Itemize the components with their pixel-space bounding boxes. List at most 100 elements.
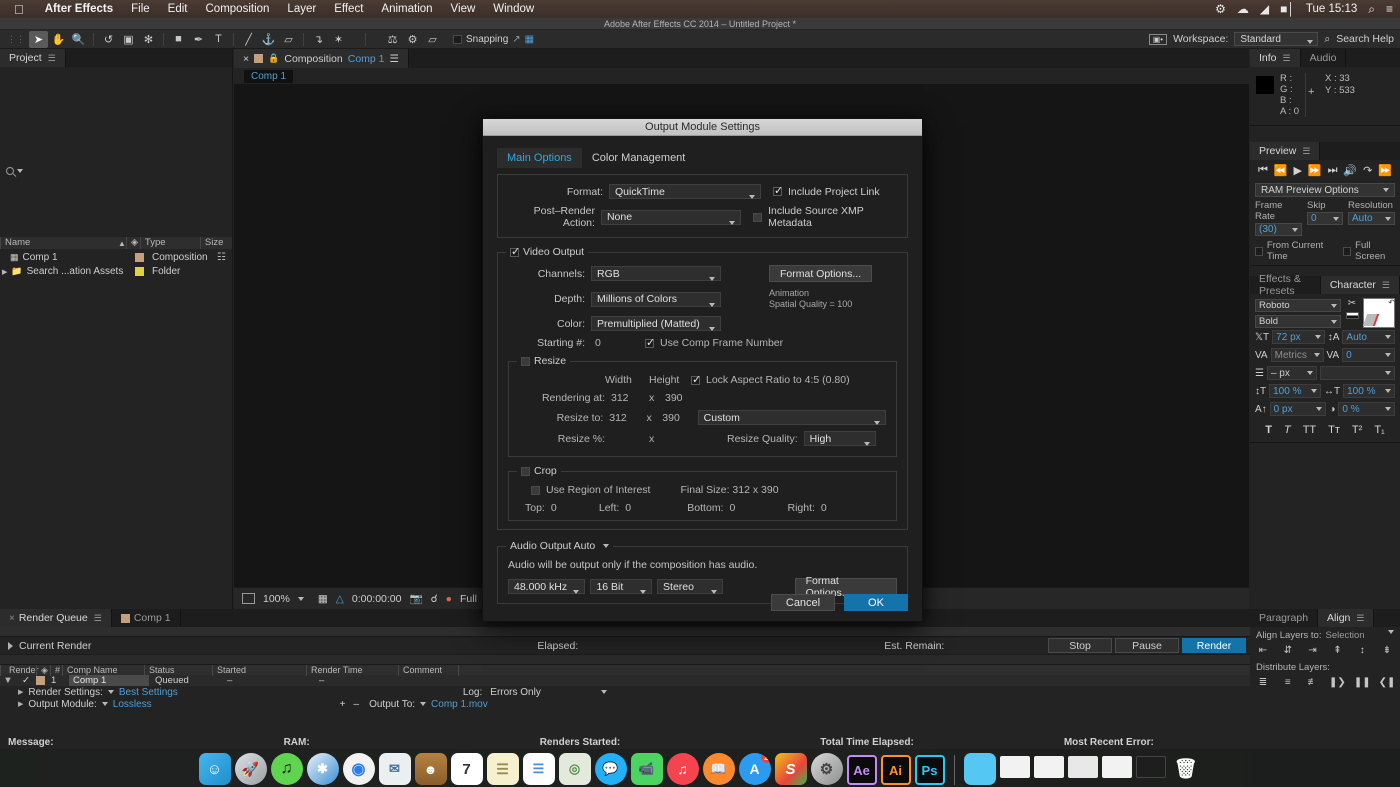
skip-select[interactable]: 0 [1307,212,1343,225]
include-project-link-toggle[interactable]: Include Project Link [773,184,880,198]
dock-item-finder[interactable]: ☺ [198,753,231,785]
dock-item-calendar[interactable]: 7 [450,753,483,785]
spotlight-search-icon[interactable]: ⌕ [1368,2,1375,17]
superscript-icon[interactable]: T² [1352,424,1362,436]
resize-to-height[interactable]: 390 [656,412,691,424]
row-comp-name[interactable]: Comp 1 [69,675,149,686]
disclosure-triangle-icon[interactable]: ▼ [0,675,16,686]
use-comp-frame-number-toggle[interactable]: Use Comp Frame Number [645,336,783,349]
col-name[interactable]: Name [0,237,118,249]
puppet-starch-tool[interactable]: ⚙ [403,31,422,48]
ok-button[interactable]: OK [844,594,908,611]
audio-channels-select[interactable]: Stereo [657,579,723,594]
menu-edit[interactable]: Edit [159,3,197,15]
eyedropper-icon[interactable]: ✂ [1348,298,1356,309]
composition-flowchart-icon[interactable]: ☷ [217,252,232,263]
menu-file[interactable]: File [122,3,159,15]
italic-icon[interactable]: T [1284,424,1291,436]
video-output-legend[interactable]: Video Output [506,245,589,258]
screen-switch-icon[interactable]: ▣• [1148,33,1168,45]
format-select[interactable]: QuickTime [609,184,761,199]
crop-bottom-value[interactable]: 0 [729,502,787,514]
tracking-field[interactable]: 0 [1342,348,1395,362]
remove-output-module-icon[interactable]: – [354,699,360,710]
dock-item-spotify[interactable]: ♫ [270,753,303,785]
creative-cloud-icon[interactable]: ☁ [1237,2,1249,16]
disclosure-triangle-icon[interactable]: ▶ [2,268,7,276]
distribute-bottom-icon[interactable]: ≢ [1306,676,1320,688]
label-swatch[interactable] [36,676,45,685]
dock-item-app-store[interactable]: A2 [738,753,771,785]
dock-item-chrome[interactable]: ◉ [342,753,375,785]
use-region-of-interest-toggle[interactable]: Use Region of Interest [531,484,650,496]
menu-window[interactable]: Window [484,3,543,15]
video-output-checkbox[interactable] [510,245,520,258]
play-icon[interactable]: ▶ [1293,164,1301,177]
stroke-width-field[interactable]: – px [1266,366,1317,380]
log-value[interactable]: Errors Only [490,687,541,698]
workspace-select[interactable]: Standard [1234,32,1319,46]
include-xmp-toggle[interactable]: Include Source XMP Metadata [753,205,897,229]
channel-icon[interactable]: ● [446,593,452,605]
pen-tool[interactable]: ✒ [189,31,208,48]
dock-item-system-preferences[interactable]: ⚙ [810,753,843,785]
current-timecode[interactable]: 0:00:00:00 [352,593,402,605]
align-vertical-center-icon[interactable]: ↕ [1355,644,1369,656]
output-to-value[interactable]: Comp 1.mov [431,699,488,710]
dock-item-ibooks[interactable]: 📖 [702,753,735,785]
pause-button[interactable]: Pause [1115,638,1179,653]
tab-effects-presets[interactable]: Effects & Presets [1250,273,1321,297]
use-region-of-interest-checkbox[interactable] [531,485,540,495]
log-dropdown-icon[interactable] [600,690,607,694]
notification-center-icon[interactable]: ≡ [1386,2,1393,16]
post-render-select[interactable]: None [600,209,742,225]
bold-icon[interactable]: T [1265,424,1272,436]
roto-brush-tool[interactable]: ↴ [309,31,328,48]
resize-quality-select[interactable]: High [803,431,876,446]
include-xmp-checkbox[interactable] [753,212,763,222]
align-layers-to-value[interactable]: Selection [1325,630,1364,641]
dock-item-maps[interactable]: ◎ [558,753,591,785]
align-left-icon[interactable]: ⇤ [1256,644,1270,656]
panel-menu-icon[interactable]: ☰ [94,613,102,624]
zoom-level-value[interactable]: 100% [263,593,290,605]
snapping-checkbox[interactable] [453,34,462,44]
audio-format-options-button[interactable]: Format Options... [794,575,897,599]
tab-info[interactable]: Info ☰ [1250,49,1301,67]
font-size-field[interactable]: 72 px [1272,330,1325,344]
ram-preview-icon[interactable]: ⏩ [1378,164,1392,177]
stop-button[interactable]: Stop [1048,638,1112,653]
panel-menu-icon[interactable]: ☰ [390,53,399,65]
pan-behind-tool[interactable]: ✻ [139,31,158,48]
project-search-input[interactable] [6,167,23,175]
resize-preset-select[interactable]: Custom [697,410,887,425]
full-screen-toggle[interactable]: Full Screen [1338,237,1400,265]
selection-tool[interactable]: ➤ [29,30,48,48]
tab-character[interactable]: Character ☰ [1320,276,1400,294]
show-snapshot-icon[interactable]: ☌ [431,593,438,605]
baseline-shift-field[interactable]: 0 px [1269,402,1327,416]
from-current-time-checkbox[interactable] [1255,246,1263,256]
dock-minimized-window-5[interactable] [1135,756,1166,778]
align-right-icon[interactable]: ⇥ [1306,644,1320,656]
tab-audio[interactable]: Audio [1300,49,1347,67]
output-module-value[interactable]: Lossless [113,699,152,710]
starting-value[interactable]: 0 [595,337,645,349]
camera-tool[interactable]: ▣ [119,31,138,48]
region-of-interest-icon[interactable]: ▦ [318,593,328,605]
frame-rate-select[interactable]: (30) [1255,223,1302,236]
resolution-value[interactable]: Full [460,593,477,605]
subscript-icon[interactable]: T₁ [1374,424,1384,436]
dock-item-messages[interactable]: 💬 [594,753,627,785]
tab-paragraph[interactable]: Paragraph [1250,609,1319,627]
menu-view[interactable]: View [442,3,485,15]
crop-left-value[interactable]: 0 [625,502,687,514]
no-fill-icon[interactable] [1362,314,1380,326]
dock-item-contacts[interactable]: ☻ [414,753,447,785]
tab-color-management[interactable]: Color Management [582,148,696,168]
rotation-tool[interactable]: ↺ [99,31,118,48]
dock-item-facetime[interactable]: 📹 [630,753,663,785]
lock-icon[interactable]: 🔒 [268,53,279,64]
label-swatch[interactable] [135,267,144,276]
resize-checkbox[interactable] [521,356,530,366]
